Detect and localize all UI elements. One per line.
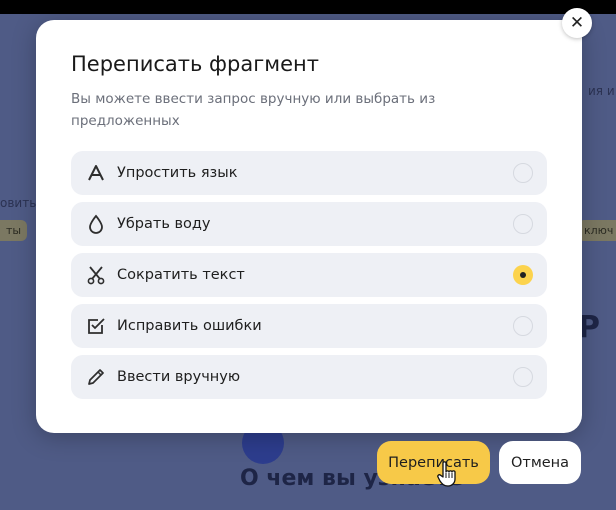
option-simplify-language[interactable]: Упростить язык: [71, 151, 547, 195]
option-radio-selected[interactable]: [513, 265, 533, 285]
option-remove-fluff[interactable]: Убрать воду: [71, 202, 547, 246]
option-shorten-text[interactable]: Сократить текст: [71, 253, 547, 297]
option-enter-manually[interactable]: Ввести вручную: [71, 355, 547, 399]
bg-chip: ключ: [578, 220, 616, 241]
modal-subtitle: Вы можете ввести запрос вручную или выбр…: [71, 91, 436, 129]
option-radio[interactable]: [513, 316, 533, 336]
hand-pointer-icon: [436, 460, 460, 488]
option-label: Исправить ошибки: [117, 318, 262, 334]
option-radio[interactable]: [513, 163, 533, 183]
option-label: Сократить текст: [117, 267, 245, 283]
option-radio[interactable]: [513, 214, 533, 234]
radio-dot: [520, 272, 526, 278]
modal-title: Переписать фрагмент: [71, 52, 319, 76]
option-radio[interactable]: [513, 367, 533, 387]
option-fix-errors[interactable]: Исправить ошибки: [71, 304, 547, 348]
bg-chip: ты: [0, 220, 28, 241]
option-label: Убрать воду: [117, 216, 211, 232]
checkbox-icon: [85, 315, 107, 337]
bg-text-fragment: ия и с: [588, 84, 616, 98]
rewrite-modal: Переписать фрагмент Вы можете ввести зап…: [36, 20, 582, 433]
close-icon: ✕: [569, 12, 585, 33]
option-label: Упростить язык: [117, 165, 238, 181]
option-label: Ввести вручную: [117, 369, 241, 385]
letter-a-icon: [85, 162, 107, 184]
pencil-icon: [85, 366, 107, 388]
close-button[interactable]: ✕: [562, 8, 592, 38]
rewrite-button[interactable]: Переписать: [377, 441, 490, 484]
cancel-button[interactable]: Отмена: [499, 441, 581, 484]
bg-text-fragment: овить: [0, 196, 37, 210]
drop-icon: [85, 213, 107, 235]
scissors-icon: [85, 264, 107, 286]
